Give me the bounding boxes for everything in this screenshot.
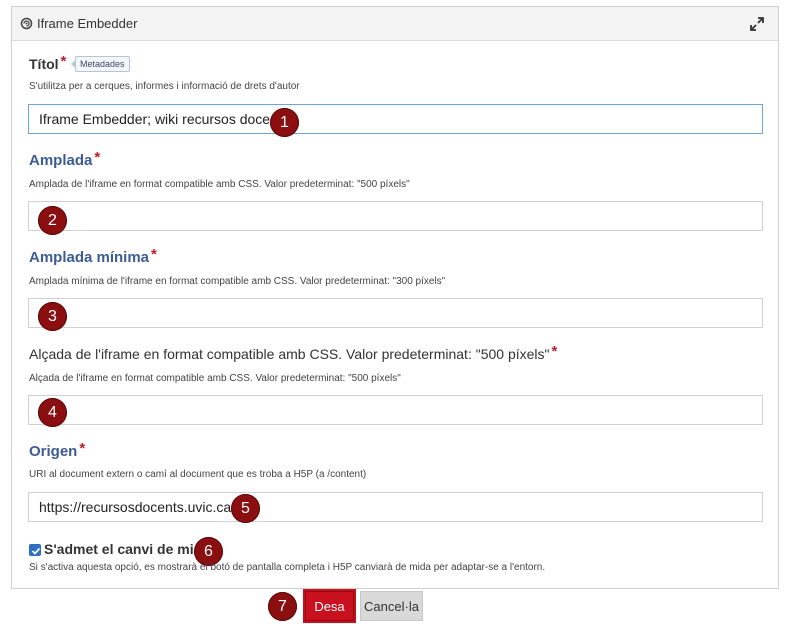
- metadata-badge[interactable]: Metadades: [71, 56, 130, 72]
- required-asterisk: *: [94, 149, 101, 166]
- checkmark-icon: [31, 547, 41, 555]
- source-label-text: Origen: [29, 443, 78, 460]
- step-marker-3: 3: [38, 302, 67, 331]
- step-marker-2: 2: [38, 206, 67, 235]
- title-input[interactable]: Iframe Embedder; wiki recursos docents: [28, 104, 763, 134]
- resize-checkbox[interactable]: [29, 544, 41, 556]
- h5p-content-icon: [20, 17, 33, 30]
- required-asterisk: *: [551, 343, 558, 360]
- source-field-label: Origen *: [29, 440, 86, 460]
- required-asterisk: *: [60, 53, 67, 70]
- height-field-label: Alçada de l'iframe en format compatible …: [29, 343, 558, 363]
- save-button[interactable]: Desa: [303, 589, 356, 623]
- min-width-field-description: Amplada mínima de l'iframe en format com…: [29, 276, 446, 287]
- source-input[interactable]: https://recursosdocents.uvic.cat/: [28, 492, 763, 522]
- expand-icon[interactable]: [749, 16, 765, 32]
- source-field-description: URI al document extern o camí al documen…: [29, 469, 367, 480]
- resize-description: Si s'activa aquesta opció, es mostrarà e…: [29, 562, 546, 573]
- resize-label[interactable]: S'admet el canvi de mida: [44, 541, 210, 557]
- step-marker-4: 4: [38, 398, 67, 427]
- cancel-button[interactable]: Cancel·la: [360, 591, 423, 621]
- width-field-description: Amplada de l'iframe en format compatible…: [29, 179, 410, 190]
- min-width-input[interactable]: [28, 298, 763, 328]
- step-marker-1: 1: [270, 108, 299, 137]
- width-label-text: Amplada: [29, 152, 93, 169]
- step-marker-5: 5: [231, 494, 260, 523]
- height-label-text: Alçada de l'iframe en format compatible …: [29, 346, 550, 362]
- title-field-label: Títol *: [29, 53, 67, 73]
- required-asterisk: *: [79, 440, 86, 457]
- step-marker-7: 7: [268, 592, 297, 621]
- title-field-description: S'utilitza per a cerques, informes i inf…: [29, 81, 300, 92]
- title-label-text: Títol: [29, 56, 59, 72]
- height-input[interactable]: [28, 395, 763, 425]
- panel-title: Iframe Embedder: [37, 16, 138, 31]
- min-width-field-label: Amplada mínima *: [29, 246, 157, 266]
- panel-header: Iframe Embedder: [12, 7, 778, 41]
- width-field-label: Amplada *: [29, 149, 101, 169]
- width-input[interactable]: [28, 201, 763, 231]
- min-width-label-text: Amplada mínima: [29, 249, 150, 266]
- height-field-description: Alçada de l'iframe en format compatible …: [29, 373, 401, 384]
- required-asterisk: *: [151, 246, 157, 263]
